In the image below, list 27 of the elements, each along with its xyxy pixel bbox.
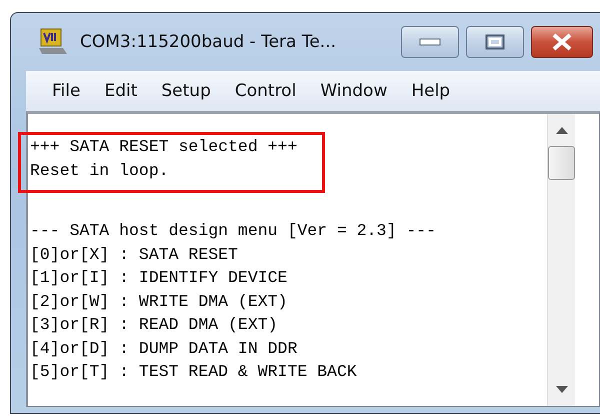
terminal-line: [4]or[D] : DUMP DATA IN DDR <box>30 338 298 360</box>
menu-item[interactable]: Control <box>222 81 308 101</box>
maximize-icon <box>485 34 505 50</box>
close-button[interactable] <box>531 26 593 58</box>
minimize-icon <box>419 38 441 46</box>
menu-item[interactable]: Window <box>308 81 400 101</box>
terminal-line: [0]or[X] : SATA RESET <box>30 244 239 266</box>
terminal-line: [1]or[I] : IDENTIFY DEVICE <box>30 267 288 289</box>
terminal-line: --- SATA host design menu [Ver = 2.3] --- <box>30 220 436 242</box>
scroll-up-icon[interactable] <box>556 126 568 134</box>
terminal-line: [2]or[W] : WRITE DMA (EXT) <box>30 290 288 312</box>
terminal-line: [3]or[R] : READ DMA (EXT) <box>30 314 279 336</box>
menu-item[interactable]: Setup <box>149 81 223 101</box>
close-icon <box>551 33 573 51</box>
terminal-line: Reset in loop. <box>30 160 170 182</box>
scrollbar[interactable] <box>547 114 575 406</box>
scroll-down-icon[interactable] <box>556 386 568 394</box>
terminal-line: +++ SATA RESET selected +++ <box>30 136 298 158</box>
terminal-line: [5]or[T] : TEST READ & WRITE BACK <box>30 361 358 383</box>
scroll-thumb[interactable] <box>548 146 575 180</box>
minimize-button[interactable] <box>401 26 459 58</box>
maximize-button[interactable] <box>466 26 524 58</box>
menu-item[interactable]: File <box>40 81 92 101</box>
terminal-app-icon <box>38 28 68 56</box>
menu-item[interactable]: Help <box>399 81 462 101</box>
menu-item[interactable]: Edit <box>92 81 150 101</box>
window-title: COM3:115200baud - Tera Te... <box>80 32 338 52</box>
